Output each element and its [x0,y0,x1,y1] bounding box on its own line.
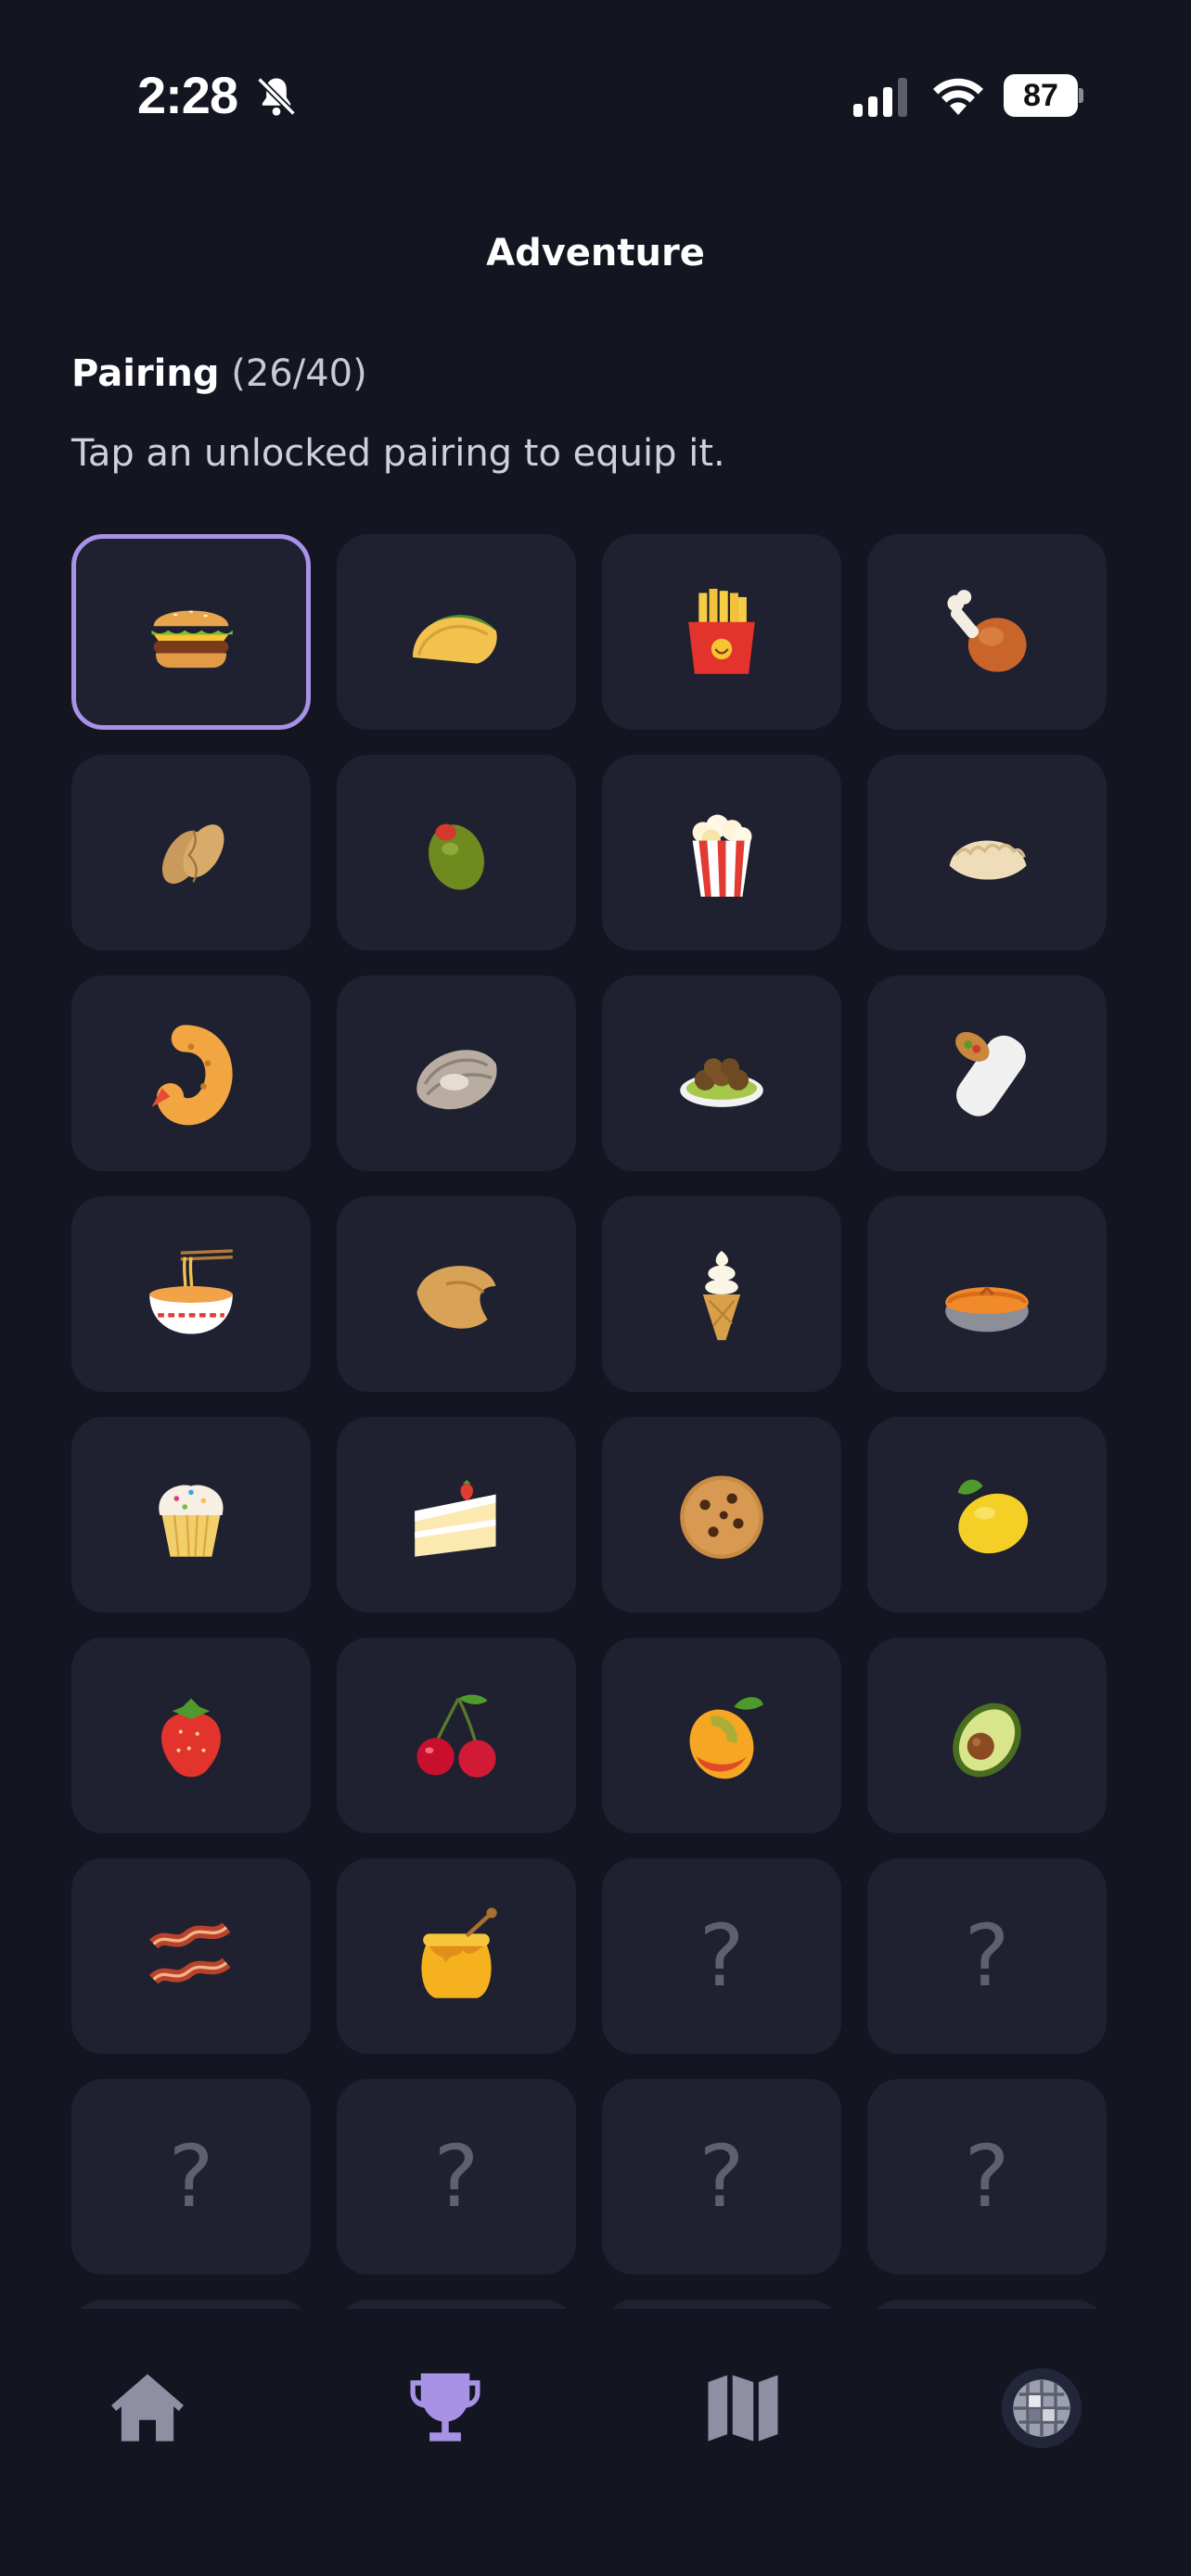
section-hint: Tap an unlocked pairing to equip it. [71,432,725,475]
pairing-tile-mango[interactable] [602,1638,841,1833]
burrito-icon [955,1031,1026,1116]
cupcake-icon [159,1485,224,1557]
pairing-tile-cupcake[interactable] [71,1417,311,1613]
pairing-tile-oyster[interactable] [337,976,576,1171]
hamburger-icon [151,609,233,668]
pairing-tile-taco[interactable] [337,534,576,730]
pairing-tile-peanuts[interactable] [71,755,311,950]
olive-icon [429,823,484,890]
pairing-tile-locked[interactable]: ? [602,2079,841,2275]
pairing-tile-burrito[interactable] [867,976,1107,1171]
soft-ice-cream-icon [702,1250,741,1340]
tab-bar [0,2309,1191,2576]
pairing-tile-fried-shrimp[interactable] [71,976,311,1171]
map-icon [708,2375,778,2442]
pairing-tile-strawberry[interactable] [71,1638,311,1833]
dumpling-icon [949,840,1027,880]
falafel-icon [680,1057,763,1107]
pairing-tile-fortune-cookie[interactable] [337,1196,576,1392]
pairing-tile-locked[interactable]: ? [337,2079,576,2275]
pairing-tile-dumpling[interactable] [867,755,1107,950]
pairing-tile-falafel[interactable] [602,976,841,1171]
pairing-tile-hamburger[interactable] [71,534,311,730]
cookie-icon [680,1474,763,1559]
lemon-icon [957,1479,1029,1553]
pairing-tile-bacon[interactable] [71,1858,311,2054]
question-mark-icon: ? [964,2126,1010,2226]
pairing-tile-olive[interactable] [337,755,576,950]
cherries-icon [416,1694,496,1778]
disco-ball-icon [1001,2367,1082,2449]
battery-tip [1079,88,1083,103]
honey-pot-icon [421,1906,497,1998]
peanuts-icon [161,823,224,884]
pairing-tile-shortcake[interactable] [337,1417,576,1613]
page-title: Adventure [486,232,705,274]
poultry-leg-icon [947,589,1027,672]
bell-slash-icon [257,77,296,116]
pairing-tile-cherries[interactable] [337,1638,576,1833]
question-mark-icon: ? [698,1906,745,2006]
fried-shrimp-icon [151,1024,233,1125]
noodle-bowl-icon [149,1248,233,1334]
pairing-tile-locked[interactable]: ? [602,2300,841,2309]
question-mark-icon: ? [433,2126,480,2226]
pairing-tile-soft-ice-cream[interactable] [602,1196,841,1392]
mango-icon [689,1696,763,1779]
pairing-tile-popcorn[interactable] [602,755,841,950]
french-fries-icon [688,588,755,674]
bacon-icon [148,1921,231,1984]
pairing-tile-locked[interactable]: ? [867,2079,1107,2275]
pairing-tile-avocado[interactable] [867,1638,1107,1833]
pairing-tile-locked[interactable]: ? [867,2300,1107,2309]
status-bar: 2:28 87 [0,0,1191,195]
question-mark-icon: ? [168,2126,214,2226]
wifi-icon [933,78,983,115]
pairing-tile-cookie[interactable] [602,1417,841,1613]
pairing-grid: ?????????? [71,534,1107,2309]
pairing-tile-locked[interactable]: ? [71,2300,311,2309]
section-name: Pairing [71,352,220,395]
pie-icon [945,1285,1029,1332]
shortcake-icon [415,1479,496,1557]
tab-trophy[interactable] [394,2357,496,2459]
pairing-tile-locked[interactable]: ? [71,2079,311,2275]
home-icon [111,2374,184,2442]
tab-profile[interactable] [991,2357,1093,2459]
pairing-tile-pie[interactable] [867,1196,1107,1392]
tab-map[interactable] [692,2357,794,2459]
status-time: 2:28 [137,66,238,124]
strawberry-icon [161,1698,221,1777]
cellular-signal-icon [853,78,907,117]
question-mark-icon: ? [964,1906,1010,2006]
fortune-cookie-icon [416,1265,496,1329]
pairing-tile-locked[interactable]: ? [867,1858,1107,2054]
pairing-tile-poultry-leg[interactable] [867,534,1107,730]
popcorn-icon [692,814,752,897]
pairing-tile-french-fries[interactable] [602,534,841,730]
pairing-tile-locked[interactable]: ? [337,2300,576,2309]
oyster-icon [416,1049,497,1109]
question-mark-icon: ? [698,2126,745,2226]
section-title: Pairing (26/40) [71,352,367,395]
pairing-tile-honey-pot[interactable] [337,1858,576,2054]
section-count: (26/40) [231,352,367,395]
battery-level: 87 [1004,74,1078,117]
pairing-tile-locked[interactable]: ? [602,1858,841,2054]
battery-indicator: 87 [1004,74,1083,117]
trophy-icon [410,2373,480,2442]
tab-home[interactable] [96,2357,198,2459]
avocado-icon [953,1702,1021,1777]
pairing-tile-noodle-bowl[interactable] [71,1196,311,1392]
pairing-tile-lemon[interactable] [867,1417,1107,1613]
taco-icon [412,614,497,664]
